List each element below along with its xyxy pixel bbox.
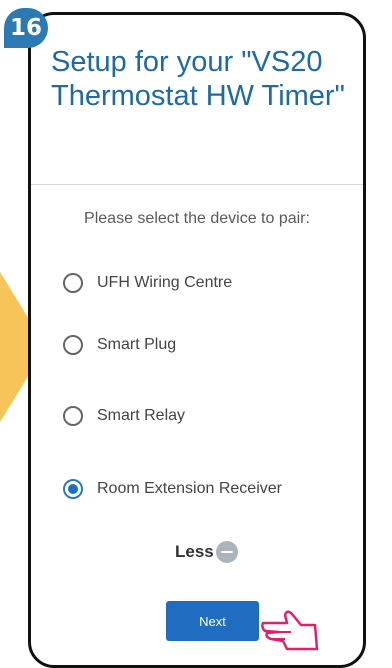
pointing-hand-icon [261, 610, 319, 651]
radio-button[interactable] [63, 406, 83, 426]
option-label: Room Extension Receiver [97, 480, 282, 497]
radio-button[interactable] [63, 273, 83, 293]
setup-header: Setup for your "VS20 Thermostat HW Timer… [31, 15, 363, 185]
less-toggle[interactable]: Less [175, 541, 238, 563]
option-label: Smart Plug [97, 336, 177, 353]
less-label: Less [175, 542, 214, 561]
option-ufh-wiring-centre[interactable]: UFH Wiring Centre [63, 273, 232, 293]
radio-button[interactable] [63, 335, 83, 355]
option-smart-relay[interactable]: Smart Relay [63, 406, 185, 426]
option-label: Smart Relay [97, 407, 186, 424]
select-device-prompt: Please select the device to pair: [84, 210, 310, 227]
step-number-badge: 16 [4, 8, 48, 48]
next-button[interactable]: Next [166, 601, 259, 641]
phone-frame: Setup for your "VS20 Thermostat HW Timer… [28, 12, 366, 668]
option-room-extension-receiver[interactable]: Room Extension Receiver [63, 479, 282, 499]
option-smart-plug[interactable]: Smart Plug [63, 335, 176, 355]
minus-circle-icon [215, 541, 238, 563]
page-title: Setup for your "VS20 Thermostat HW Timer… [51, 46, 345, 112]
radio-button-selected[interactable] [63, 479, 83, 499]
radio-dot [68, 484, 78, 494]
option-label: UFH Wiring Centre [97, 274, 233, 291]
